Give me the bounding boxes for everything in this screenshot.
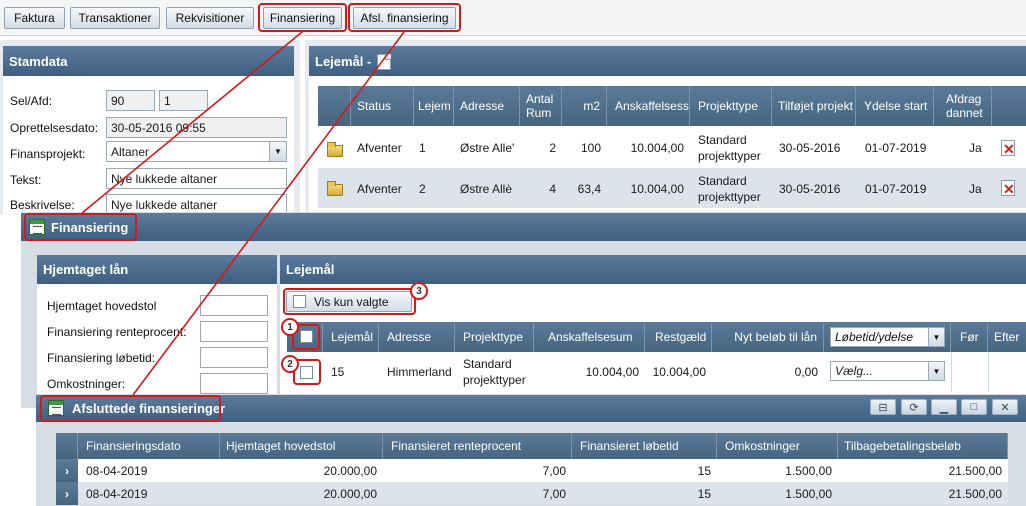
callout-line-afsl: [132, 31, 405, 396]
callout-line-finansiering: [81, 31, 303, 214]
callout-lines: [81, 31, 405, 396]
